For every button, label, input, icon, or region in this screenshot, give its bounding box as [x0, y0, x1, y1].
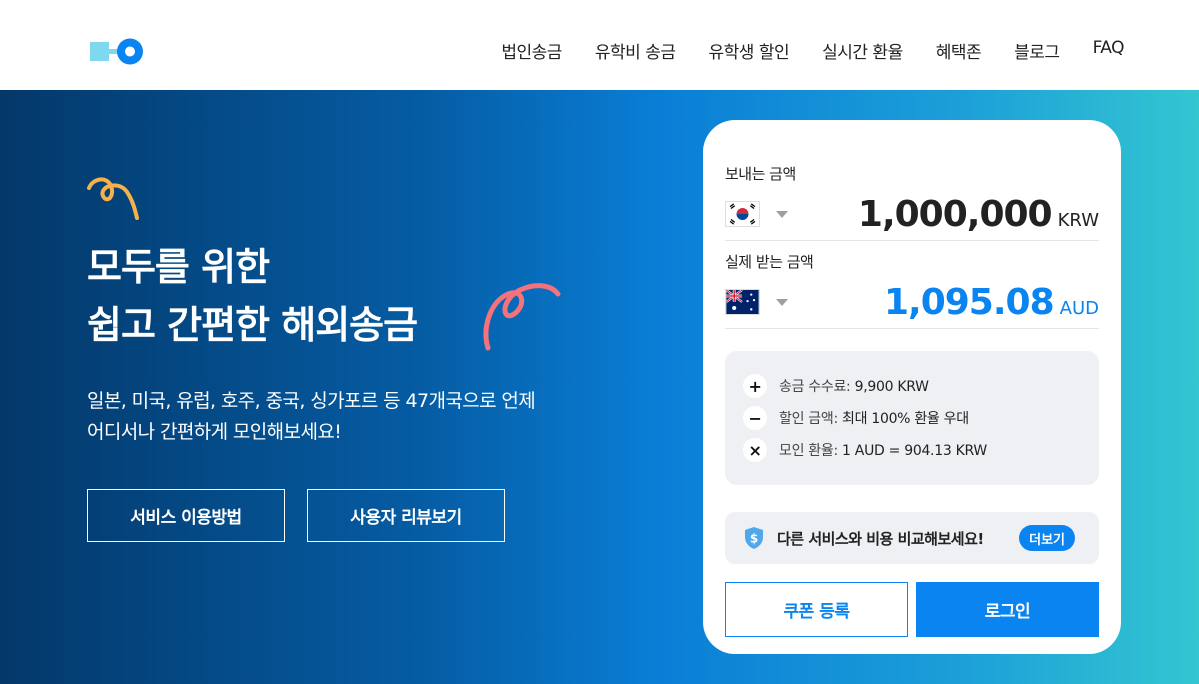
divider	[725, 328, 1099, 329]
send-amount-display[interactable]: 1,000,000 KRW	[858, 194, 1099, 235]
top-header: 법인송금 유학비 송금 유학생 할인 실시간 환율 혜택존 블로그 FAQ	[0, 0, 1199, 90]
user-reviews-button[interactable]: 사용자 리뷰보기	[307, 489, 505, 542]
coupon-register-button[interactable]: 쿠폰 등록	[725, 582, 908, 637]
main-nav: 법인송금 유학비 송금 유학생 할인 실시간 환율 혜택존 블로그 FAQ	[501, 38, 1124, 63]
send-amount-label: 보내는 금액	[725, 165, 796, 183]
fee-row: + 송금 수수료: 9,900 KRW	[743, 374, 929, 398]
receive-amount-label: 실제 받는 금액	[725, 253, 814, 271]
nav-blog[interactable]: 블로그	[1014, 38, 1060, 63]
times-icon: ×	[743, 438, 767, 462]
compare-services-banner[interactable]: $ 다른 서비스와 비용 비교해보세요! 더보기	[725, 512, 1099, 564]
send-currency-selector[interactable]	[725, 201, 788, 227]
compare-text: 다른 서비스와 비용 비교해보세요!	[777, 529, 984, 548]
moin-logo[interactable]	[90, 38, 144, 65]
subtext-line-1: 일본, 미국, 유럽, 호주, 중국, 싱가포르 등 47개국으로 언제	[87, 390, 536, 412]
plus-icon: +	[743, 374, 767, 398]
exchange-rate-row: × 모인 환율: 1 AUD = 904.13 KRW	[743, 438, 987, 462]
minus-icon: −	[743, 406, 767, 430]
rate-value: 1 AUD = 904.13 KRW	[842, 443, 987, 459]
more-button[interactable]: 더보기	[1019, 525, 1075, 551]
receive-amount-display[interactable]: 1,095.08 AUD	[884, 282, 1099, 323]
receive-amount-value[interactable]: 1,095.08	[884, 282, 1055, 323]
korea-flag-icon	[725, 201, 760, 227]
receive-currency-selector[interactable]	[725, 289, 788, 315]
nav-student-discount[interactable]: 유학생 할인	[709, 38, 790, 63]
nav-live-exchange-rate[interactable]: 실시간 환율	[822, 38, 903, 63]
hero-subtext: 일본, 미국, 유럽, 호주, 중국, 싱가포르 등 47개국으로 언제 어디서…	[87, 386, 536, 448]
dollar-shield-icon: $	[745, 527, 763, 549]
divider	[725, 240, 1099, 241]
australia-flag-icon	[725, 289, 760, 315]
discount-row: − 할인 금액: 최대 100% 환율 우대	[743, 406, 969, 430]
hero-headline: 모두를 위한 쉽고 간편한 해외송금	[87, 238, 418, 354]
discount-value: 최대 100% 환율 우대	[842, 411, 969, 427]
headline-line-2: 쉽고 간편한 해외송금	[87, 303, 418, 347]
login-button[interactable]: 로그인	[916, 582, 1099, 637]
send-currency-code: KRW	[1057, 210, 1099, 231]
chevron-down-icon	[776, 210, 788, 218]
transfer-calculator-card: 보내는 금액 1,000,000 KRW 실제 받는 금액 1,095.08 A…	[703, 120, 1121, 654]
send-amount-value[interactable]: 1,000,000	[858, 194, 1053, 235]
discount-label: 할인 금액:	[779, 411, 838, 427]
nav-tuition-transfer[interactable]: 유학비 송금	[595, 38, 676, 63]
svg-text:$: $	[750, 532, 758, 546]
fee-label: 송금 수수료:	[779, 379, 851, 395]
chevron-down-icon	[776, 298, 788, 306]
yellow-squiggle-decoration	[87, 177, 139, 220]
headline-line-1: 모두를 위한	[87, 245, 270, 289]
fee-value: 9,900 KRW	[854, 379, 929, 395]
pink-squiggle-decoration	[483, 283, 561, 351]
nav-corporate-transfer[interactable]: 법인송금	[501, 38, 562, 63]
rate-label: 모인 환율:	[779, 443, 838, 459]
subtext-line-2: 어디서나 간편하게 모인해보세요!	[87, 421, 342, 443]
nav-benefit-zone[interactable]: 혜택존	[936, 38, 982, 63]
receive-currency-code: AUD	[1059, 298, 1099, 319]
fee-breakdown-box: + 송금 수수료: 9,900 KRW − 할인 금액: 최대 100% 환율 …	[725, 351, 1099, 485]
nav-faq[interactable]: FAQ	[1093, 38, 1125, 63]
how-to-use-button[interactable]: 서비스 이용방법	[87, 489, 285, 542]
